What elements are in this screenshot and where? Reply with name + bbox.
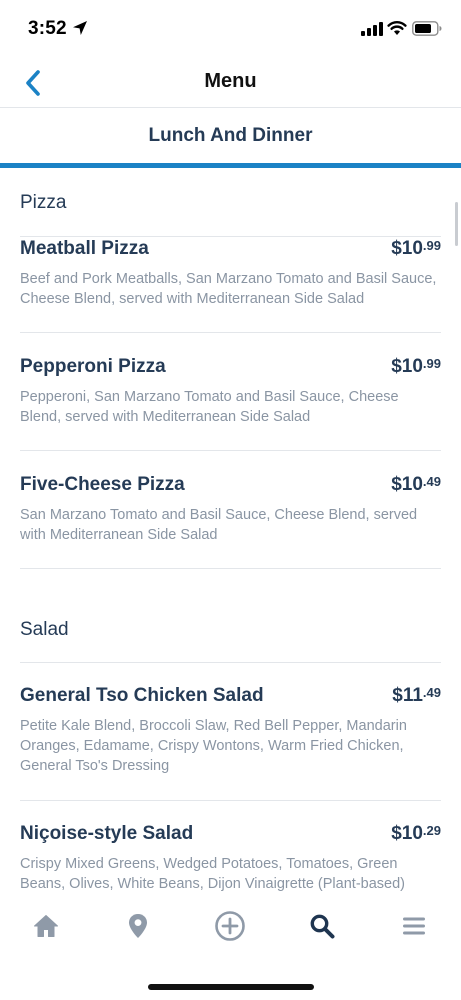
divider (20, 450, 441, 451)
tab-location[interactable] (122, 910, 154, 942)
home-indicator (148, 984, 314, 990)
price-cents: .99 (422, 356, 441, 371)
divider (20, 568, 441, 569)
price-dollars: $10 (391, 474, 423, 495)
price-dollars: $11 (392, 685, 423, 706)
item-price: $10.99 (391, 356, 441, 378)
home-icon (34, 915, 58, 937)
menu-item-general-tso-chicken-salad[interactable]: General Tso Chicken Salad $11.49 Petite … (20, 685, 441, 776)
price-cents: .99 (422, 238, 441, 253)
price-dollars: $10 (391, 356, 423, 377)
item-price: $10.29 (391, 823, 441, 845)
item-price: $10.99 (391, 238, 441, 260)
item-description: Petite Kale Blend, Broccoli Slaw, Red Be… (20, 718, 407, 774)
item-name: Pepperoni Pizza (20, 356, 166, 377)
section-title-pizza: Pizza (20, 192, 67, 213)
tab-label: Lunch And Dinner (148, 125, 313, 146)
item-name: Five-Cheese Pizza (20, 474, 185, 495)
item-name: Niçoise-style Salad (20, 823, 194, 844)
section-title-salad: Salad (20, 619, 69, 640)
divider (20, 332, 441, 333)
menu-item-pepperoni-pizza[interactable]: Pepperoni Pizza $10.99 Pepperoni, San Ma… (20, 356, 441, 427)
menu-item-nicoise-style-salad[interactable]: Niçoise-style Salad $10.29 Crispy Mixed … (20, 823, 441, 894)
tab-home[interactable] (30, 910, 62, 942)
item-price: $10.49 (391, 474, 441, 496)
menu-item-meatball-pizza[interactable]: Meatball Pizza $10.99 Beef and Pork Meat… (20, 238, 441, 309)
search-icon (310, 914, 335, 939)
wifi-icon (387, 21, 407, 35)
item-name: General Tso Chicken Salad (20, 685, 264, 706)
tab-lunch-and-dinner[interactable]: Lunch And Dinner (0, 109, 461, 165)
navigation-bar: Menu (0, 58, 461, 108)
scrollbar (455, 202, 458, 246)
location-arrow-icon (73, 21, 87, 35)
location-pin-icon (129, 914, 147, 938)
item-name: Meatball Pizza (20, 238, 149, 259)
battery-icon (412, 21, 442, 36)
status-time: 3:52 (28, 18, 67, 39)
status-bar: 3:52 (0, 0, 461, 58)
item-description: Beef and Pork Meatballs, San Marzano Tom… (20, 271, 437, 307)
divider (20, 800, 441, 801)
price-cents: .49 (422, 685, 441, 700)
plus-circle-icon (215, 911, 245, 941)
menu-item-five-cheese-pizza[interactable]: Five-Cheese Pizza $10.49 San Marzano Tom… (20, 474, 441, 545)
price-dollars: $10 (391, 238, 423, 259)
price-cents: .29 (422, 823, 441, 838)
menu-list[interactable]: Pizza Meatball Pizza $10.99 Beef and Por… (0, 168, 461, 896)
item-description: Crispy Mixed Greens, Wedged Potatoes, To… (20, 856, 405, 892)
cellular-signal-icon (361, 22, 383, 36)
item-description: San Marzano Tomato and Basil Sauce, Chee… (20, 507, 418, 543)
price-cents: .49 (422, 474, 441, 489)
tab-more[interactable] (398, 910, 430, 942)
tab-add[interactable] (214, 910, 246, 942)
page-title: Menu (204, 70, 257, 92)
item-price: $11.49 (392, 685, 441, 707)
item-description: Pepperoni, San Marzano Tomato and Basil … (20, 389, 399, 425)
price-dollars: $10 (391, 823, 423, 844)
divider (20, 662, 441, 663)
menu-icon (403, 917, 425, 935)
tab-search[interactable] (306, 910, 338, 942)
divider (20, 236, 441, 237)
